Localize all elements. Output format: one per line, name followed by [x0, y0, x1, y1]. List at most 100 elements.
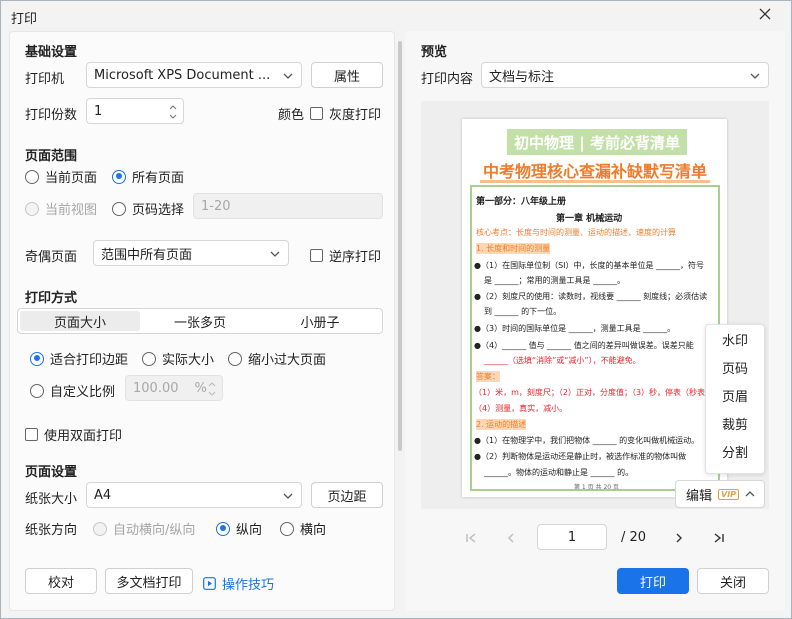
checkbox-icon	[25, 428, 38, 441]
doc-core: 核心考点：长度与时间的测量、运动的描述、速度的计算	[476, 228, 676, 237]
radio-custom-scale[interactable]: 自定义比例	[30, 381, 115, 400]
radio-current-page[interactable]: 当前页面	[25, 167, 97, 186]
doc-line: ______。物体的运动和静止是 ______ 的。	[484, 468, 634, 477]
radio-current-view: 当前视图	[25, 199, 97, 218]
basic-settings-heading: 基础设置	[25, 45, 78, 60]
printer-select[interactable]: Microsoft XPS Document ...	[86, 62, 302, 88]
grayscale-label: 灰度打印	[329, 108, 382, 123]
page-select-input: 1-20	[193, 193, 383, 219]
printer-label: 打印机	[25, 72, 65, 87]
tab-multi-page[interactable]: 一张多页	[140, 311, 260, 331]
page-setup-heading: 页面设置	[25, 465, 78, 480]
doc-answer-label: 答案：	[476, 371, 500, 382]
radio-auto-orient: 自动横向/纵向	[93, 519, 195, 538]
duplex-label: 使用双面打印	[44, 429, 123, 444]
doc-title: 初中物理 | 考前必背清单	[507, 129, 687, 155]
menu-item-header[interactable]: 页眉	[706, 381, 764, 409]
scale-input: 100.00 %	[125, 375, 223, 401]
menu-item-crop[interactable]: 裁剪	[706, 409, 764, 437]
tab-booklet[interactable]: 小册子	[260, 311, 380, 331]
auto-orient-label: 自动横向/纵向	[113, 523, 196, 538]
close-button[interactable]: 关闭	[697, 568, 769, 594]
doc-line: ●（1）在国际单位制（SI）中，长度的基本单位是 ______，符号	[474, 261, 705, 270]
prev-page-icon[interactable]	[505, 532, 517, 544]
odd-even-label: 奇偶页面	[25, 250, 78, 265]
scale-value: 100.00	[133, 380, 179, 396]
edit-menu: 水印 页码 页眉 裁剪 分割	[705, 324, 765, 474]
current-view-label: 当前视图	[45, 203, 98, 218]
radio-portrait[interactable]: 纵向	[216, 519, 262, 538]
menu-item-watermark[interactable]: 水印	[706, 325, 764, 353]
edit-button[interactable]: 编辑 VIP	[675, 480, 765, 508]
chevron-down-icon	[270, 251, 280, 257]
preview-heading: 预览	[421, 45, 448, 60]
print-content-label: 打印内容	[421, 72, 474, 87]
title-bar: 打印	[1, 1, 791, 31]
page-total: / 20	[621, 530, 647, 545]
doc-content-frame: 第一部分：八年级上册 第一章 机械运动 核心考点：长度与时间的测量、运动的描述、…	[470, 185, 720, 491]
page-number-input[interactable]: 1	[537, 524, 607, 550]
chevron-down-icon	[283, 73, 293, 79]
checkbox-icon	[310, 249, 323, 262]
odd-even-value: 范围中所有页面	[101, 247, 193, 263]
print-content-select[interactable]: 文档与标注	[481, 62, 769, 88]
doc-line: ●（3）时间的国际单位是 ______，测量工具是 ______。	[474, 324, 676, 333]
print-button[interactable]: 打印	[617, 568, 689, 594]
stepper-arrows-icon[interactable]	[169, 103, 177, 121]
radio-disabled-icon	[25, 201, 39, 216]
actual-size-label: 实际大小	[162, 353, 215, 368]
color-label: 颜色	[278, 108, 305, 123]
radio-fit-margin[interactable]: 适合打印边距	[30, 349, 128, 368]
menu-item-split[interactable]: 分割	[706, 437, 764, 465]
radio-selected-icon	[112, 169, 126, 184]
doc-answer: （1）米，m，刻度尺；（2）正对，分度值；（3）秒，停表（秒表）；	[474, 388, 718, 397]
orientation-label: 纸张方向	[25, 523, 78, 538]
radio-icon	[280, 521, 294, 536]
margin-button[interactable]: 页边距	[311, 482, 383, 508]
tips-label: 操作技巧	[222, 578, 275, 593]
radio-icon	[30, 383, 44, 398]
tab-page-size[interactable]: 页面大小	[20, 311, 140, 331]
radio-shrink-large[interactable]: 缩小过大页面	[228, 349, 326, 368]
multi-doc-print-button[interactable]: 多文档打印	[105, 568, 193, 594]
radio-landscape[interactable]: 横向	[280, 519, 326, 538]
tips-link[interactable]: 操作技巧	[203, 574, 274, 593]
all-pages-label: 所有页面	[132, 171, 185, 186]
properties-button[interactable]: 属性	[311, 62, 383, 88]
proofread-button[interactable]: 校对	[25, 568, 97, 594]
fit-margin-label: 适合打印边距	[50, 353, 129, 368]
copies-stepper[interactable]: 1	[86, 98, 184, 124]
settings-scrollbar[interactable]	[398, 41, 402, 451]
doc-page-number: 第 1 页 共 20 页	[574, 484, 619, 491]
doc-part: 第一部分：八年级上册	[476, 197, 567, 207]
doc-section-1: 1. 长度和时间的测量	[476, 243, 551, 254]
first-page-icon[interactable]	[465, 532, 477, 544]
grayscale-checkbox[interactable]: 灰度打印	[310, 104, 381, 123]
radio-all-pages[interactable]: 所有页面	[112, 167, 184, 186]
scale-unit: %	[194, 380, 207, 396]
duplex-checkbox[interactable]: 使用双面打印	[25, 425, 122, 444]
custom-scale-label: 自定义比例	[50, 385, 116, 400]
odd-even-select[interactable]: 范围中所有页面	[93, 240, 289, 266]
next-page-icon[interactable]	[673, 532, 685, 544]
preview-page: 初中物理 | 考前必背清单 中考物理核心查漏补缺默写清单 第一部分：八年级上册 …	[462, 119, 727, 497]
paper-size-select[interactable]: A4	[86, 482, 302, 508]
radio-actual-size[interactable]: 实际大小	[142, 349, 214, 368]
page-select-label: 页码选择	[132, 203, 185, 218]
menu-item-page-number[interactable]: 页码	[706, 353, 764, 381]
landscape-label: 横向	[300, 523, 327, 538]
reverse-print-label: 逆序打印	[329, 250, 382, 265]
shrink-large-label: 缩小过大页面	[248, 353, 327, 368]
doc-answer: （4）测量，真实，减小。	[474, 404, 568, 413]
edit-label: 编辑	[686, 488, 713, 504]
reverse-print-checkbox[interactable]: 逆序打印	[310, 246, 381, 265]
copies-label: 打印份数	[25, 108, 78, 123]
chevron-down-icon	[283, 493, 293, 499]
radio-page-select[interactable]: 页码选择	[112, 199, 184, 218]
radio-selected-icon	[216, 521, 230, 536]
close-window-button[interactable]	[739, 1, 791, 27]
last-page-icon[interactable]	[713, 532, 725, 544]
current-page-label: 当前页面	[45, 171, 98, 186]
copies-value: 1	[94, 103, 103, 119]
doc-line: ●（2）判断物体是运动还是静止时，被选作标准的物体叫做	[474, 452, 687, 461]
